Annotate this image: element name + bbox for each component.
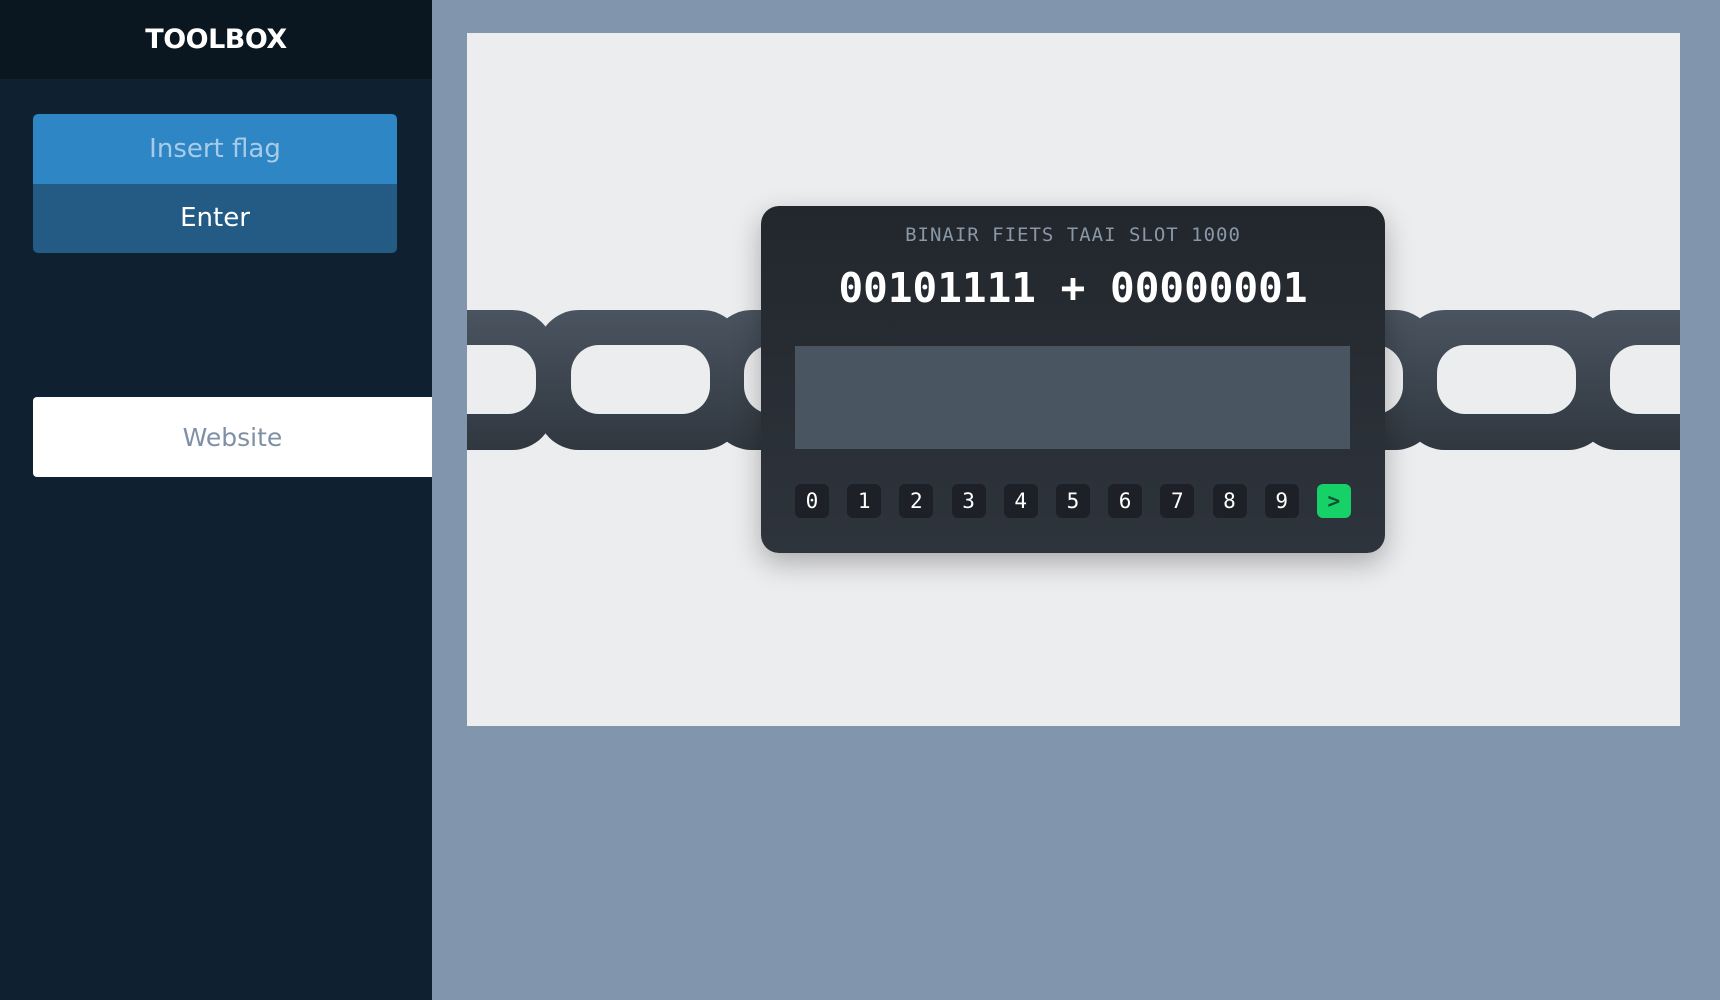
submit-button[interactable]: >	[1316, 484, 1351, 518]
enter-button[interactable]: Enter	[33, 183, 397, 253]
puzzle-stage: BINAIR FIETS TAAI SLOT 1000 00101111 + 0…	[467, 33, 1680, 726]
key-4[interactable]: 4	[1003, 484, 1038, 518]
key-6[interactable]: 6	[1108, 484, 1143, 518]
keypad: 0 1 2 3 4 5 6 7 8 9 >	[795, 484, 1351, 518]
answer-display[interactable]	[795, 346, 1350, 449]
key-7[interactable]: 7	[1160, 484, 1195, 518]
sidebar: TOOLBOX Insert flag Enter Website	[0, 0, 432, 1000]
key-1[interactable]: 1	[847, 484, 882, 518]
lock-title: BINAIR FIETS TAAI SLOT 1000	[905, 224, 1241, 246]
combination-lock: BINAIR FIETS TAAI SLOT 1000 00101111 + 0…	[761, 206, 1385, 553]
key-8[interactable]: 8	[1212, 484, 1247, 518]
key-5[interactable]: 5	[1055, 484, 1090, 518]
insert-flag-button[interactable]: Insert flag	[33, 114, 397, 184]
toolbox-title: TOOLBOX	[0, 0, 432, 79]
key-3[interactable]: 3	[951, 484, 986, 518]
key-2[interactable]: 2	[899, 484, 934, 518]
key-9[interactable]: 9	[1264, 484, 1299, 518]
button-group: Insert flag Enter	[33, 114, 397, 253]
binary-equation: 00101111 + 00000001	[838, 264, 1308, 312]
key-0[interactable]: 0	[795, 484, 829, 518]
website-button[interactable]: Website	[33, 397, 432, 477]
